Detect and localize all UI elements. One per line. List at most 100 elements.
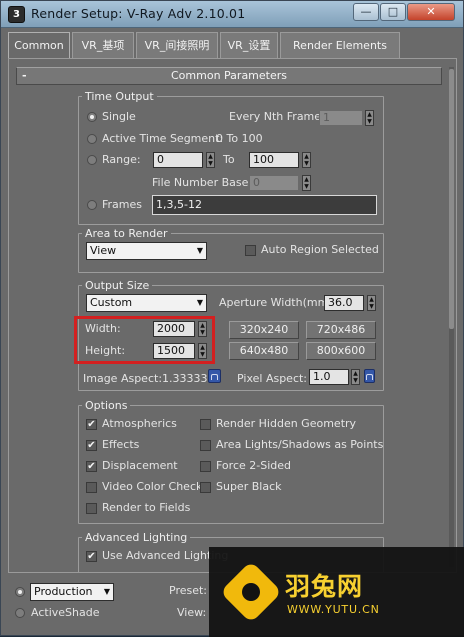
displacement-checkbox[interactable]: ✔ <box>86 461 97 472</box>
chevron-down-icon[interactable]: ▼ <box>197 295 203 311</box>
range-label: Range: <box>102 153 141 166</box>
spin-up-icon[interactable]: ▲ <box>367 111 372 118</box>
effects-label: Effects <box>102 438 140 451</box>
chevron-down-icon[interactable]: ▼ <box>104 584 110 600</box>
yutu-logo-icon <box>219 560 283 624</box>
super-black-label: Super Black <box>216 480 282 493</box>
pixel-aspect-spinner[interactable]: ▲ ▼ <box>351 369 360 385</box>
atmospherics-checkbox[interactable]: ✔ <box>86 419 97 430</box>
atmospherics-label: Atmospherics <box>102 417 177 430</box>
width-height-highlight-box <box>74 316 215 364</box>
active-time-range: 0 To 100 <box>216 132 263 145</box>
common-parameters-rollout-header[interactable]: - Common Parameters <box>16 67 442 85</box>
single-label: Single <box>102 110 136 123</box>
tab-vr-indirect-illumination[interactable]: VR_间接照明 <box>136 32 218 59</box>
force-2-sided-checkbox[interactable] <box>200 461 211 472</box>
tab-render-elements[interactable]: Render Elements <box>280 32 400 59</box>
maximize-button[interactable]: □ <box>380 3 406 21</box>
spin-down-icon[interactable]: ▼ <box>353 377 358 384</box>
preset-label: Preset: <box>169 584 208 597</box>
render-setup-window: 3 Render Setup: V-Ray Adv 2.10.01 — □ ✕ … <box>0 0 464 637</box>
spin-up-icon[interactable]: ▲ <box>369 296 374 303</box>
range-from-spinner[interactable]: ▲ ▼ <box>206 152 215 168</box>
title-bar[interactable]: 3 Render Setup: V-Ray Adv 2.10.01 — □ ✕ <box>1 1 463 28</box>
production-mode-dropdown[interactable]: Production ▼ <box>30 583 114 601</box>
output-size-preset-dropdown[interactable]: Custom ▼ <box>86 294 207 312</box>
options-legend: Options <box>85 399 128 412</box>
spin-up-icon[interactable]: ▲ <box>353 370 358 377</box>
time-output-legend: Time Output <box>85 90 154 103</box>
video-color-check-checkbox[interactable] <box>86 482 97 493</box>
close-button[interactable]: ✕ <box>407 3 455 21</box>
tab-vr-settings[interactable]: VR_设置 <box>220 32 278 59</box>
scrollbar-thumb[interactable] <box>449 69 454 329</box>
spin-down-icon[interactable]: ▼ <box>304 160 309 167</box>
image-aspect-label: Image Aspect:1.33333 <box>83 372 208 385</box>
auto-region-selected-label: Auto Region Selected <box>261 243 379 256</box>
frames-radio[interactable] <box>87 200 97 210</box>
file-number-base-label: File Number Base: <box>152 176 253 189</box>
lock-pixel-aspect-icon[interactable] <box>364 369 375 383</box>
range-to-spinner[interactable]: ▲ ▼ <box>302 152 311 168</box>
render-to-fields-label: Render to Fields <box>102 501 191 514</box>
aperture-width-field[interactable]: 36.0 <box>324 295 364 311</box>
area-lights-shadows-as-points-label: Area Lights/Shadows as Points <box>216 438 384 451</box>
area-lights-shadows-as-points-checkbox[interactable] <box>200 440 211 451</box>
displacement-label: Displacement <box>102 459 178 472</box>
file-number-base-spinner[interactable]: ▲ ▼ <box>302 175 311 191</box>
range-to-field[interactable]: 100 <box>249 152 299 168</box>
preset-720x486-button[interactable]: 720x486 <box>306 321 376 339</box>
view-label: View: <box>177 606 207 619</box>
super-black-checkbox[interactable] <box>200 482 211 493</box>
preset-320x240-button[interactable]: 320x240 <box>229 321 299 339</box>
range-radio[interactable] <box>87 155 97 165</box>
collapse-icon[interactable]: - <box>22 68 27 84</box>
yutu-watermark: 羽兔网 WWW.YUTU.CN <box>209 547 464 637</box>
spin-down-icon[interactable]: ▼ <box>369 303 374 310</box>
spin-down-icon[interactable]: ▼ <box>367 118 372 125</box>
3dsmax-app-icon: 3 <box>8 6 25 23</box>
spin-up-icon[interactable]: ▲ <box>208 153 213 160</box>
range-from-field[interactable]: 0 <box>153 152 203 168</box>
minimize-button[interactable]: — <box>353 3 379 21</box>
render-hidden-geometry-label: Render Hidden Geometry <box>216 417 357 430</box>
activeshade-radio[interactable] <box>15 608 25 618</box>
spin-down-icon[interactable]: ▼ <box>208 160 213 167</box>
area-to-render-dropdown[interactable]: View ▼ <box>86 242 207 260</box>
active-time-segment-radio[interactable] <box>87 134 97 144</box>
preset-800x600-button[interactable]: 800x600 <box>306 342 376 360</box>
active-time-segment-label: Active Time Segment: <box>102 132 224 145</box>
tab-vr-base[interactable]: VR_基项 <box>72 32 134 59</box>
effects-checkbox[interactable]: ✔ <box>86 440 97 451</box>
render-hidden-geometry-checkbox[interactable] <box>200 419 211 430</box>
chevron-down-icon[interactable]: ▼ <box>197 243 203 259</box>
watermark-url: WWW.YUTU.CN <box>287 603 380 616</box>
area-to-render-value: View <box>90 244 117 257</box>
render-to-fields-checkbox[interactable] <box>86 503 97 514</box>
preset-640x480-button[interactable]: 640x480 <box>229 342 299 360</box>
spin-up-icon[interactable]: ▲ <box>304 176 309 183</box>
single-radio[interactable] <box>87 112 97 122</box>
output-size-preset-value: Custom <box>90 296 133 309</box>
use-advanced-lighting-checkbox[interactable]: ✔ <box>86 551 97 562</box>
pixel-aspect-field[interactable]: 1.0 <box>309 369 349 385</box>
aperture-width-spinner[interactable]: ▲ ▼ <box>367 295 376 311</box>
file-number-base-field[interactable]: 0 <box>249 175 299 191</box>
pixel-aspect-label: Pixel Aspect: <box>237 372 308 385</box>
window-title: Render Setup: V-Ray Adv 2.10.01 <box>31 6 246 21</box>
frames-label: Frames <box>102 198 143 211</box>
spin-up-icon[interactable]: ▲ <box>304 153 309 160</box>
production-mode-value: Production <box>34 585 93 598</box>
every-nth-frame-spinner[interactable]: ▲ ▼ <box>365 110 374 126</box>
every-nth-frame-field[interactable]: 1 <box>319 110 363 126</box>
production-radio[interactable] <box>15 587 25 597</box>
rollout-title: Common Parameters <box>171 69 287 82</box>
lock-image-aspect-icon[interactable] <box>208 369 221 383</box>
tab-bar: Common VR_基项 VR_间接照明 VR_设置 Render Elemen… <box>8 32 457 59</box>
frames-field[interactable]: 1,3,5-12 <box>152 195 377 215</box>
area-to-render-legend: Area to Render <box>85 227 168 240</box>
tab-common[interactable]: Common <box>8 32 70 59</box>
auto-region-selected-checkbox[interactable] <box>245 245 256 256</box>
aperture-width-label: Aperture Width(mm): <box>219 296 337 309</box>
spin-down-icon[interactable]: ▼ <box>304 183 309 190</box>
